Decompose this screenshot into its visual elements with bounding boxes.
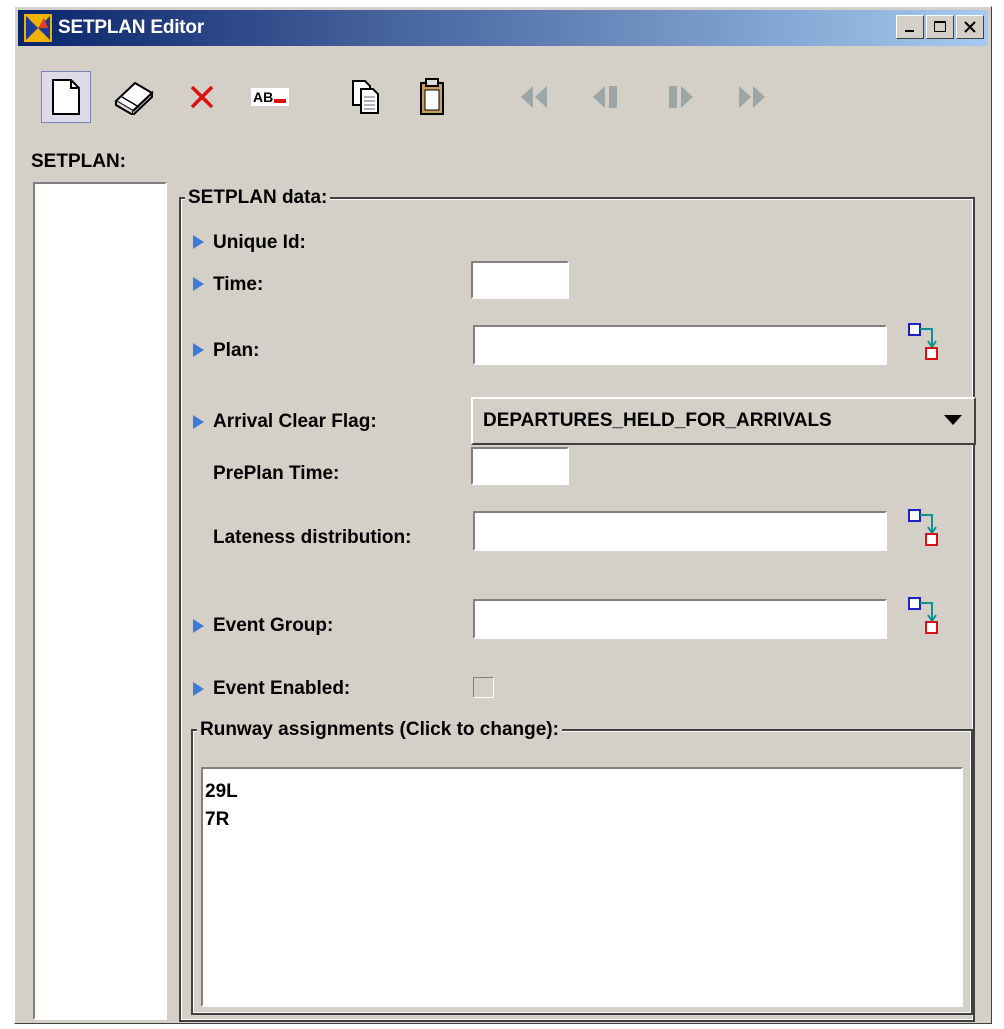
required-arrow-icon: [193, 619, 204, 633]
last-icon: [739, 86, 765, 108]
required-arrow-icon: [193, 235, 204, 249]
delete-button[interactable]: [177, 71, 227, 123]
delete-icon: [190, 85, 214, 109]
paste-icon: [420, 78, 444, 115]
copy-button[interactable]: [341, 71, 391, 123]
plan-input[interactable]: [473, 325, 887, 365]
rename-button[interactable]: AB: [245, 71, 295, 123]
unique-id-label: Unique Id:: [213, 232, 306, 253]
arrival-clear-flag-value: DEPARTURES_HELD_FOR_ARRIVALS: [483, 410, 832, 431]
preplan-time-input[interactable]: [471, 447, 569, 485]
minimize-icon: [905, 30, 914, 32]
link-icon[interactable]: [907, 595, 939, 635]
eraser-button[interactable]: [109, 71, 159, 123]
runway-assignments-list[interactable]: 29L 7R: [201, 767, 963, 1007]
event-enabled-label: Event Enabled:: [213, 678, 351, 699]
close-button[interactable]: [956, 15, 984, 39]
first-icon: [521, 86, 547, 108]
required-arrow-icon: [193, 343, 204, 357]
rename-icon: AB: [251, 88, 289, 106]
first-button[interactable]: [509, 71, 559, 123]
title-bar[interactable]: SETPLAN Editor: [18, 10, 988, 46]
runway-assignments-title: Runway assignments (Click to change):: [197, 719, 562, 741]
link-icon[interactable]: [907, 321, 939, 361]
setplan-data-title: SETPLAN data:: [185, 187, 331, 209]
paste-button[interactable]: [407, 71, 457, 123]
previous-button[interactable]: [581, 71, 631, 123]
plan-label: Plan:: [213, 340, 260, 361]
preplan-time-label: PrePlan Time:: [213, 463, 340, 484]
list-item[interactable]: 29L: [205, 781, 238, 803]
maximize-button[interactable]: [926, 15, 954, 39]
arrival-clear-flag-select[interactable]: DEPARTURES_HELD_FOR_ARRIVALS: [471, 397, 976, 445]
chevron-down-icon: [944, 415, 962, 425]
required-arrow-icon: [193, 415, 204, 429]
event-group-input[interactable]: [473, 599, 887, 639]
close-icon: [964, 21, 976, 33]
required-arrow-icon: [193, 277, 204, 291]
time-input[interactable]: [471, 261, 569, 299]
next-button[interactable]: [655, 71, 705, 123]
copy-icon: [352, 80, 379, 114]
event-enabled-checkbox[interactable]: [473, 677, 494, 698]
svg-text:AB: AB: [253, 89, 273, 105]
lateness-distribution-label: Lateness distribution:: [213, 527, 412, 548]
maximize-icon: [934, 21, 946, 32]
setplan-editor-window: SETPLAN Editor AB SETPLAN: SETPLAN data:…: [14, 6, 992, 1024]
new-button[interactable]: [41, 71, 91, 123]
lateness-distribution-input[interactable]: [473, 511, 887, 551]
window-title: SETPLAN Editor: [58, 17, 205, 38]
minimize-button[interactable]: [896, 15, 924, 39]
new-icon: [52, 79, 80, 115]
arrival-clear-flag-label: Arrival Clear Flag:: [213, 411, 377, 432]
list-item[interactable]: 7R: [205, 809, 229, 831]
app-logo-icon: [24, 14, 52, 42]
time-label: Time:: [213, 274, 264, 295]
previous-icon: [593, 86, 617, 108]
eraser-icon: [114, 81, 154, 115]
setplan-list-label: SETPLAN:: [31, 151, 126, 172]
link-icon[interactable]: [907, 507, 939, 547]
required-arrow-icon: [193, 682, 204, 696]
setplan-list[interactable]: [33, 182, 167, 1020]
next-icon: [669, 86, 693, 108]
last-button[interactable]: [727, 71, 777, 123]
event-group-label: Event Group:: [213, 615, 334, 636]
